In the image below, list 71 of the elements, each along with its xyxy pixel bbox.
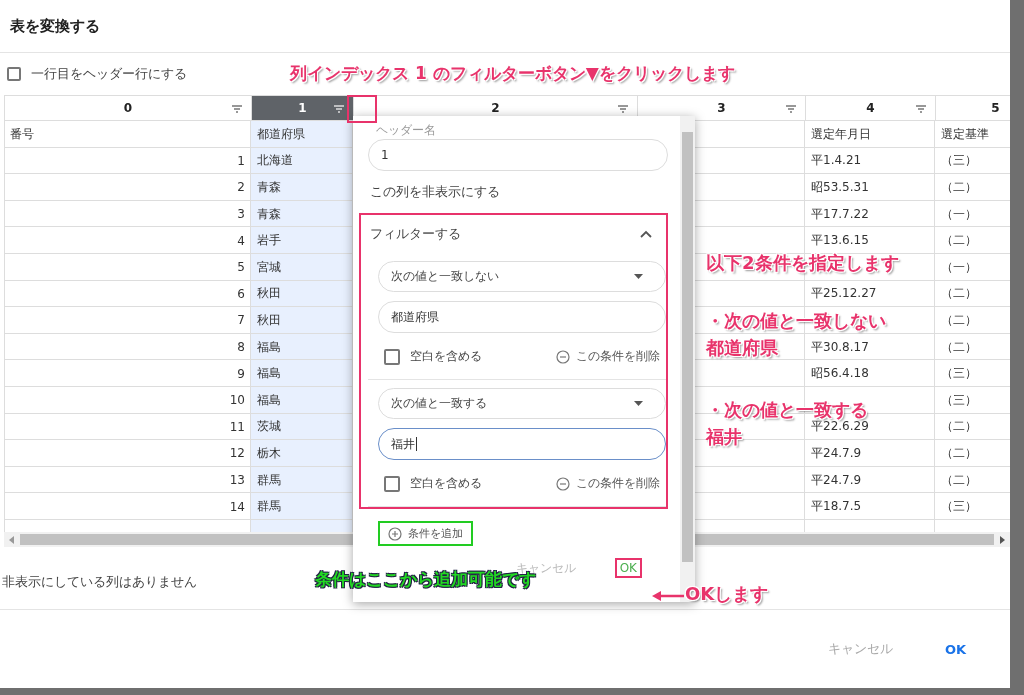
- table-cell: 平17.7.22: [811, 205, 869, 223]
- table-cell: （二）: [941, 338, 977, 356]
- table-cell: 4: [237, 233, 245, 248]
- table-cell: 秋田: [257, 311, 281, 329]
- table-cell: 栃木: [257, 444, 281, 462]
- table-cell: （三）: [941, 365, 977, 383]
- table-cell: 福島: [257, 391, 281, 409]
- table-cell: （一）: [941, 205, 977, 223]
- table-cell: 昭53.5.31: [811, 179, 869, 196]
- table-cell: 2: [237, 180, 245, 195]
- table-cell: （二）: [941, 471, 977, 489]
- table-cell: 12: [229, 446, 245, 461]
- table-cell: 青森: [257, 205, 281, 223]
- table-cell: 秋田: [257, 285, 281, 303]
- table-cell: （二）: [941, 418, 977, 436]
- annotation-text: 都道府県: [706, 337, 778, 359]
- table-cell: 平24.7.9: [811, 471, 862, 489]
- table-cell: 13: [229, 473, 245, 487]
- checkbox-label: 空白を含める: [410, 348, 482, 365]
- table-cell: 平24.7.9: [811, 444, 862, 462]
- annotation-text: ・次の値と一致する: [706, 400, 868, 420]
- annotation-text: OKします: [685, 584, 769, 605]
- table-cell: 岩手: [257, 232, 281, 250]
- field-label: ヘッダー名: [376, 122, 436, 139]
- table-cell: （二）: [941, 232, 977, 250]
- table-cell: 群馬: [257, 498, 281, 516]
- table-cell: 1: [237, 153, 245, 168]
- table-cell: （二）: [941, 444, 977, 462]
- table-cell: 平30.8.17: [811, 338, 869, 356]
- table-cell: 平18.7.5: [811, 498, 862, 516]
- table-cell: 11: [229, 419, 245, 434]
- checkbox-label: 空白を含める: [410, 475, 482, 492]
- table-cell: 7: [237, 313, 245, 328]
- table-cell: 都道府県: [257, 125, 305, 143]
- table-cell: 5: [237, 260, 245, 275]
- table-cell: 北海道: [257, 152, 293, 170]
- table-cell-text: 平22.6.29: [811, 419, 869, 436]
- table-cell: 群馬: [257, 471, 281, 489]
- table-cell: 番号: [10, 125, 34, 143]
- table-cell: 宮城: [257, 258, 281, 276]
- table-cell: 平1.4.21: [811, 152, 862, 170]
- table-cell: 平25.12.27: [811, 285, 877, 303]
- table-cell: 9: [237, 366, 245, 381]
- annotation-text: 列インデックス 1 のフィルターボタン▼をクリックします: [290, 64, 735, 84]
- table-cell: 10: [229, 393, 245, 408]
- table-cell: 福島: [257, 338, 281, 356]
- table-cell: 平13.6.15: [811, 232, 869, 250]
- table-cell: 8: [237, 340, 245, 355]
- hidden-columns-note: 非表示にしている列はありません: [2, 573, 197, 591]
- table-cell: （二）: [941, 179, 977, 196]
- checkbox-label: 一行目をヘッダー行にする: [31, 65, 187, 83]
- table-cell: 昭56.4.18: [811, 365, 869, 383]
- table-cell: （二）: [941, 311, 977, 329]
- table-cell: 福島: [257, 365, 281, 383]
- table-cell: （三）: [941, 152, 977, 170]
- table-cell: （一）: [941, 258, 977, 276]
- table-cell: （三）: [941, 391, 977, 409]
- table-cell: （二）: [941, 285, 977, 303]
- dialog-title: 表を変換する: [0, 0, 1010, 53]
- table-cell: 14: [229, 499, 245, 514]
- annotation-text: 以下2条件を指定します: [706, 253, 899, 274]
- table-cell: （三）: [941, 498, 977, 516]
- table-cell: 3: [237, 207, 245, 222]
- table-cell: 青森: [257, 179, 281, 196]
- annotation-text: 福井: [706, 426, 742, 448]
- table-cell: 選定年月日: [811, 125, 871, 143]
- table-cell: 6: [237, 286, 245, 301]
- section-title: フィルターする: [370, 225, 461, 243]
- annotation-text: ・次の値と一致しない: [706, 311, 886, 332]
- table-cell: 茨城: [257, 418, 281, 436]
- table-cell: 選定基準: [941, 125, 989, 143]
